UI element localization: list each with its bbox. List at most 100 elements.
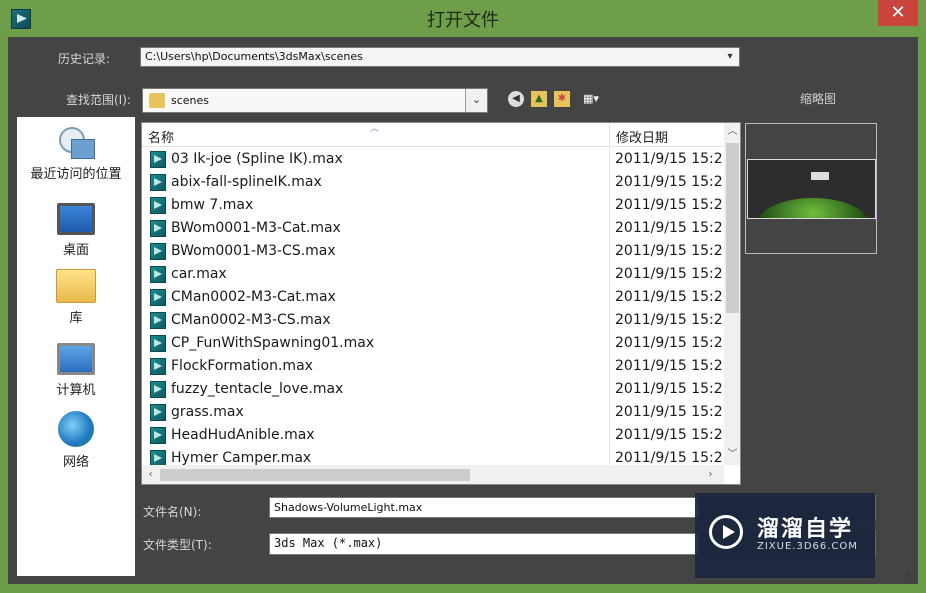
thumbnail-preview [747,159,876,219]
file-row[interactable]: HeadHudAnible.max 2011/9/15 15:2 [142,424,724,447]
resize-grip-icon[interactable]: ⠿ [905,572,912,582]
file-name: fuzzy_tentacle_love.max [171,381,344,397]
history-combobox[interactable]: C:\Users\hp\Documents\3dsMax\scenes ▾ [140,47,740,67]
max-file-icon [150,197,166,214]
scroll-left-icon[interactable]: ‹ [142,466,159,483]
sort-ascending-icon: ︿ [370,124,380,134]
scroll-down-icon[interactable]: ﹀ [724,446,740,463]
dialog-title: 打开文件 [427,10,499,31]
watermark-logo: 溜溜自学 ZIXUE.3D66.COM [695,493,875,578]
play-logo-icon [709,515,743,549]
close-button[interactable]: ✕ [878,0,918,26]
max-file-icon [150,151,166,168]
file-row[interactable]: bmw 7.max 2011/9/15 15:2 [142,194,724,217]
place-label: 网络 [62,455,89,470]
place-recent[interactable]: 最近访问的位置 [17,125,135,182]
file-row[interactable]: CMan0002-M3-CS.max 2011/9/15 15:2 [142,309,724,332]
open-file-dialog: 打开文件 ✕ 历史记录: C:\Users\hp\Documents\3dsMa… [0,0,926,593]
file-modified-date: 2011/9/15 15:2 [615,243,723,259]
horizontal-scroll-thumb[interactable] [160,469,470,481]
file-row[interactable]: fuzzy_tentacle_love.max 2011/9/15 15:2 [142,378,724,401]
column-date-header[interactable]: 修改日期 [616,127,668,146]
place-label: 库 [69,311,83,326]
back-icon[interactable]: ◀ [508,91,524,107]
title-bar: 打开文件 ✕ [0,0,926,37]
filetype-select[interactable]: 3ds Max (*.max) [269,533,699,555]
lookin-label: 查找范围(I): [66,93,131,107]
horizontal-scrollbar[interactable]: ‹ › [142,465,724,484]
thumbnail-frame [745,123,877,254]
thumbnail-ground [758,198,868,218]
view-menu-icon[interactable]: ▦▾ [578,91,604,107]
max-file-icon [150,404,166,421]
watermark-subtitle: ZIXUE.3D66.COM [757,541,858,552]
file-modified-date: 2011/9/15 15:2 [615,220,723,236]
max-file-icon [150,427,166,444]
file-row[interactable]: BWom0001-M3-Cat.max 2011/9/15 15:2 [142,217,724,240]
file-row[interactable]: CMan0002-M3-Cat.max 2011/9/15 15:2 [142,286,724,309]
history-value: C:\Users\hp\Documents\3dsMax\scenes [145,50,363,63]
new-folder-icon[interactable]: ✱ [554,91,570,107]
file-modified-date: 2011/9/15 15:2 [615,289,723,305]
scroll-right-icon[interactable]: › [702,466,719,483]
max-file-icon [150,266,166,283]
file-name: BWom0001-M3-CS.max [171,243,336,259]
thumbnail-label: 缩略图 [800,92,837,106]
file-name: CMan0002-M3-Cat.max [171,289,336,305]
network-icon [58,411,94,447]
file-row[interactable]: 03 Ik-joe (Spline IK).max 2011/9/15 15:2 [142,148,724,171]
file-row[interactable]: BWom0001-M3-CS.max 2011/9/15 15:2 [142,240,724,263]
file-modified-date: 2011/9/15 15:2 [615,404,723,420]
file-modified-date: 2011/9/15 15:2 [615,197,723,213]
thumbnail-object [811,172,829,180]
file-name: abix-fall-splineIK.max [171,174,322,190]
place-desktop[interactable]: 桌面 [17,203,135,258]
place-computer[interactable]: 计算机 [17,343,135,398]
scroll-up-icon[interactable]: ︿ [724,123,740,140]
filetype-label: 文件类型(T): [143,538,212,552]
file-modified-date: 2011/9/15 15:2 [615,174,723,190]
chevron-down-icon[interactable]: ⌄ [465,89,487,112]
history-label: 历史记录: [58,52,111,66]
file-name: BWom0001-M3-Cat.max [171,220,341,236]
file-modified-date: 2011/9/15 15:2 [615,358,723,374]
max-file-icon [150,174,166,191]
file-row[interactable]: grass.max 2011/9/15 15:2 [142,401,724,424]
computer-icon [57,343,95,375]
place-network[interactable]: 网络 [17,411,135,470]
max-file-icon [150,243,166,260]
file-modified-date: 2011/9/15 15:2 [615,381,723,397]
file-name: HeadHudAnible.max [171,427,315,443]
place-label: 最近访问的位置 [30,167,122,182]
file-row[interactable]: car.max 2011/9/15 15:2 [142,263,724,286]
vertical-scroll-thumb[interactable] [726,143,739,313]
max-file-icon [150,335,166,352]
up-folder-icon[interactable]: ▲ [531,91,547,107]
chevron-down-icon[interactable]: ▾ [724,51,736,63]
column-name-header[interactable]: 名称 [148,127,174,146]
file-list[interactable]: ︿ 名称 修改日期 03 Ik-joe (Spline IK).max 2011/… [141,122,741,485]
max-file-icon [150,289,166,306]
max-file-icon [150,381,166,398]
file-name: Hymer Camper.max [171,450,312,466]
file-row[interactable]: FlockFormation.max 2011/9/15 15:2 [142,355,724,378]
recent-places-icon [57,125,95,159]
folder-icon [149,93,165,108]
place-library[interactable]: 库 [17,269,135,326]
file-name: bmw 7.max [171,197,254,213]
places-bar: 最近访问的位置 桌面 库 计算机 网络 [17,117,135,576]
file-name: CP_FunWithSpawning01.max [171,335,375,351]
vertical-scrollbar[interactable]: ︿ ﹀ [724,123,740,465]
filename-input[interactable]: Shadows-VolumeLight.max [269,497,699,518]
file-name: 03 Ik-joe (Spline IK).max [171,151,343,167]
file-name: CMan0002-M3-CS.max [171,312,331,328]
place-label: 桌面 [62,243,89,258]
file-name: car.max [171,266,227,282]
watermark-title: 溜溜自学 [757,517,854,542]
file-modified-date: 2011/9/15 15:2 [615,312,723,328]
lookin-value: scenes [171,94,210,107]
file-modified-date: 2011/9/15 15:2 [615,450,723,466]
file-row[interactable]: abix-fall-splineIK.max 2011/9/15 15:2 [142,171,724,194]
lookin-combobox[interactable]: scenes ⌄ [142,88,488,113]
file-row[interactable]: CP_FunWithSpawning01.max 2011/9/15 15:2 [142,332,724,355]
